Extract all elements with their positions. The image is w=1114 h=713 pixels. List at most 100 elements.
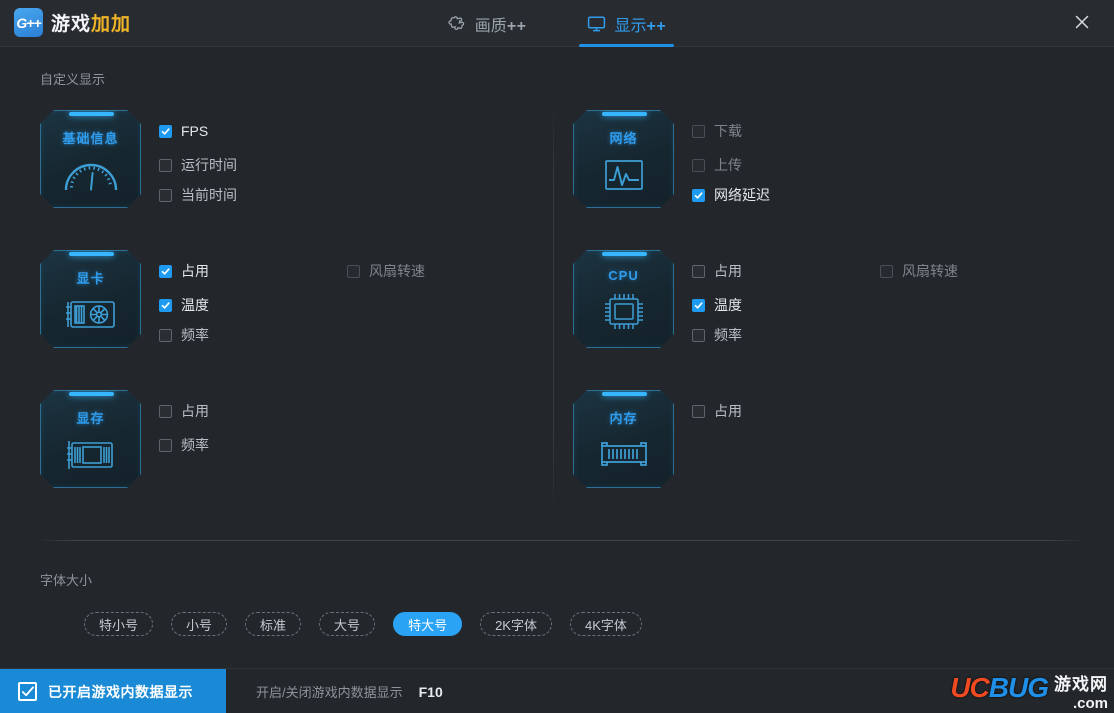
checkbox-box (692, 328, 705, 342)
tab-display-label: 显示++ (614, 17, 667, 35)
tab-image-quality[interactable]: 画质++ (440, 0, 535, 47)
card-vram-title: 显存 (76, 411, 105, 426)
custom-display-label: 自定义显示 (40, 72, 106, 87)
checkbox-vram-clock[interactable]: 频率 (159, 436, 209, 454)
checkbox-runtime-label: 运行时间 (181, 157, 237, 173)
checkbox-runtime[interactable]: 运行时间 (159, 156, 237, 174)
checkbox-box (159, 438, 172, 452)
card-cpu-title: CPU (608, 268, 639, 283)
gpu-card-icon (63, 294, 119, 336)
checkbox-ram-usage[interactable]: 占用 (692, 402, 742, 420)
checkbox-vram-clock-label: 频率 (181, 437, 209, 453)
font-size-chip-2k[interactable]: 2K字体 (480, 612, 552, 636)
site-watermark-brand: UCBUG (950, 672, 1049, 703)
checkbox-cpu-clock-label: 频率 (714, 327, 742, 343)
section-divider (42, 540, 1082, 541)
checkbox-box (159, 298, 172, 312)
checkbox-gpu-temp-label: 温度 (181, 297, 209, 313)
checkbox-box (692, 124, 705, 138)
monitor-icon (587, 15, 606, 33)
checkbox-download-label: 下载 (714, 123, 742, 139)
close-button[interactable] (1068, 10, 1096, 38)
card-vram[interactable]: 显存 (40, 390, 141, 488)
checkbox-box (692, 158, 705, 172)
checkbox-current-time[interactable]: 当前时间 (159, 186, 237, 204)
font-size-chip-large[interactable]: 大号 (319, 612, 376, 636)
app-logo-text-primary: 游戏 (51, 14, 92, 35)
checkbox-box (692, 404, 705, 418)
checkbox-cpu-usage[interactable]: 占用 (692, 262, 742, 280)
checkbox-gpu-clock[interactable]: 频率 (159, 326, 209, 344)
checkbox-download[interactable]: 下载 (692, 122, 742, 140)
checkbox-box (159, 158, 172, 172)
checkbox-cpu-fan-speed[interactable]: 风扇转速 (880, 262, 958, 280)
column-divider (553, 112, 554, 502)
group-network: 网络 下载 上传 网络延迟 (573, 110, 1073, 250)
checkbox-cpu-usage-label: 占用 (714, 263, 742, 279)
font-size-options: 特小号 小号 标准 大号 特大号 2K字体 4K字体 (84, 612, 642, 636)
ingame-overlay-toggle-label: 已开启游戏内数据显示 (48, 683, 193, 700)
checkbox-cpu-clock[interactable]: 频率 (692, 326, 742, 344)
card-ram-title: 内存 (609, 411, 638, 426)
tab-display[interactable]: 显示++ (578, 0, 675, 47)
checkbox-gpu-fan-speed[interactable]: 风扇转速 (347, 262, 425, 280)
title-bar: G++ 游戏加加 画质++ 显示++ (0, 0, 1114, 47)
group-cpu: CPU 占用 温度 频率 风扇转速 (573, 250, 1073, 390)
app-logo-text: 游戏加加 (51, 9, 131, 36)
card-gpu[interactable]: 显卡 (40, 250, 141, 348)
options-network: 下载 上传 网络延迟 (692, 110, 1073, 250)
hotkey-hint-text: 开启/关闭游戏内数据显示 (256, 685, 403, 700)
hotkey-hint-key: F10 (418, 683, 443, 700)
right-column: 网络 下载 上传 网络延迟 CPU 占用 温度 频率 风扇转速 内存 占用 (573, 110, 1073, 530)
card-basic-info-title: 基础信息 (62, 131, 119, 146)
checkbox-box (692, 264, 705, 278)
app-window: G++ 游戏加加 画质++ 显示++ 自定义显示 基础信息 FPS 运行时间 当… (0, 0, 1114, 713)
font-size-chip-small[interactable]: 小号 (171, 612, 228, 636)
checkbox-gpu-usage-label: 占用 (181, 263, 209, 279)
card-network[interactable]: 网络 (573, 110, 674, 208)
checkmark-icon (18, 682, 37, 701)
checkbox-box (159, 124, 172, 138)
checkbox-network-latency-label: 网络延迟 (714, 187, 770, 203)
checkbox-vram-usage-label: 占用 (181, 403, 209, 419)
group-vram: 显存 占用 频率 (40, 390, 540, 530)
font-size-chip-4k[interactable]: 4K字体 (569, 612, 642, 636)
options-basic-info: FPS 运行时间 当前时间 (159, 110, 540, 250)
font-size-chip-extra-small[interactable]: 特小号 (84, 612, 154, 636)
options-vram: 占用 频率 (159, 390, 540, 530)
app-logo-mark: G++ (14, 8, 43, 37)
checkbox-box (159, 188, 172, 202)
font-size-chip-extra-large[interactable]: 特大号 (393, 612, 463, 636)
hotkey-hint: 开启/关闭游戏内数据显示 F10 (256, 669, 443, 713)
checkbox-upload-label: 上传 (714, 157, 742, 173)
checkbox-vram-usage[interactable]: 占用 (159, 402, 209, 420)
checkbox-gpu-fan-speed-label: 风扇转速 (369, 263, 425, 279)
checkbox-fps[interactable]: FPS (159, 122, 208, 140)
group-basic-info: 基础信息 FPS 运行时间 当前时间 (40, 110, 540, 250)
card-basic-info[interactable]: 基础信息 (40, 110, 141, 208)
options-ram: 占用 (692, 390, 1073, 530)
ingame-overlay-toggle[interactable]: 已开启游戏内数据显示 (0, 669, 226, 713)
font-size-chip-standard[interactable]: 标准 (245, 612, 302, 636)
puzzle-icon (448, 15, 466, 33)
checkbox-gpu-usage[interactable]: 占用 (159, 262, 209, 280)
options-gpu: 占用 温度 频率 风扇转速 (159, 250, 540, 390)
card-ram[interactable]: 内存 (573, 390, 674, 488)
site-watermark-cn: 游戏网 .com (1054, 675, 1108, 712)
tab-display-underline (578, 44, 675, 47)
checkbox-box (159, 404, 172, 418)
group-gpu: 显卡 占用 温度 频率 风扇转速 (40, 250, 540, 390)
checkbox-upload[interactable]: 上传 (692, 156, 742, 174)
font-size-label: 字体大小 (40, 573, 93, 588)
ram-stick-icon (596, 434, 652, 474)
checkbox-network-latency[interactable]: 网络延迟 (692, 186, 770, 204)
card-cpu[interactable]: CPU (573, 250, 674, 348)
vram-card-icon (63, 434, 119, 476)
checkbox-gpu-clock-label: 频率 (181, 327, 209, 343)
close-icon (1073, 13, 1091, 36)
checkbox-cpu-temp[interactable]: 温度 (692, 296, 742, 314)
checkbox-gpu-temp[interactable]: 温度 (159, 296, 209, 314)
checkbox-fps-label: FPS (181, 123, 209, 139)
checkbox-box (692, 298, 705, 312)
speedometer-icon (62, 154, 120, 196)
